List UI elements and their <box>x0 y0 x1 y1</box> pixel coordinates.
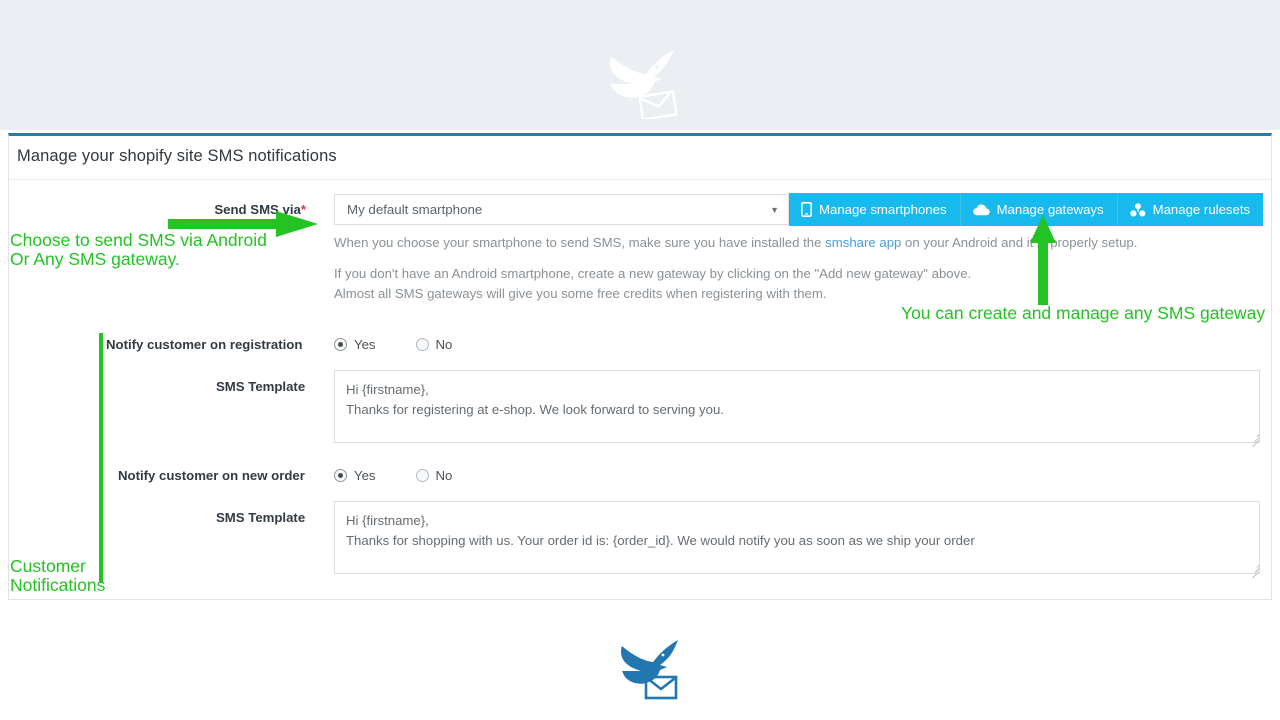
notify-new-order-yes-label[interactable]: Yes <box>354 468 376 483</box>
notify-new-order-radios: Yes No <box>334 468 452 483</box>
registration-template-label: SMS Template <box>216 379 306 394</box>
registration-sms-template-textarea[interactable] <box>334 370 1260 443</box>
notify-registration-label: Notify customer on registration <box>106 337 303 352</box>
notify-registration-no-label[interactable]: No <box>436 337 453 352</box>
mobile-phone-icon <box>801 202 812 217</box>
app-page: Manage your shopify site SMS notificatio… <box>0 0 1280 720</box>
help-text-line3: Almost all SMS gateways will give you so… <box>334 286 827 301</box>
manage-rulesets-label: Manage rulesets <box>1152 202 1251 217</box>
annotation-right: You can create and manage any SMS gatewa… <box>901 303 1266 323</box>
notify-registration-yes-label[interactable]: Yes <box>354 337 376 352</box>
notify-new-order-no-label[interactable]: No <box>436 468 453 483</box>
manage-smartphones-button[interactable]: Manage smartphones <box>789 193 961 226</box>
panel-heading: Manage your shopify site SMS notificatio… <box>9 136 1271 180</box>
manage-button-group: Manage smartphones Manage gateways Manag… <box>789 193 1264 226</box>
notify-registration-radios: Yes No <box>334 337 452 352</box>
smshare-app-link[interactable]: smshare app <box>825 235 901 250</box>
notify-new-order-no-radio[interactable] <box>415 469 429 482</box>
cubes-icon <box>1129 202 1146 217</box>
annotation-bracket-bar <box>99 333 103 583</box>
annotation-left-top: Choose to send SMS via Android Or Any SM… <box>10 230 267 269</box>
notify-new-order-yes-radio[interactable] <box>334 469 347 482</box>
cloud-icon <box>972 203 990 216</box>
footer-dove-envelope-logo-icon <box>612 628 692 700</box>
page-title: Manage your shopify site SMS notificatio… <box>17 147 337 165</box>
help-line1-prefix: When you choose your smartphone to send … <box>334 235 826 250</box>
send-sms-via-select[interactable]: My default smartphone ▼ <box>334 194 789 225</box>
notify-registration-no-radio[interactable] <box>415 338 429 351</box>
new-order-template-label: SMS Template <box>216 510 306 525</box>
dove-envelope-logo-icon <box>594 33 690 121</box>
manage-rulesets-button[interactable]: Manage rulesets <box>1117 193 1264 226</box>
annotation-arrow-up <box>1030 215 1056 310</box>
send-sms-via-selected-value: My default smartphone <box>347 202 483 217</box>
manage-smartphones-label: Manage smartphones <box>819 202 947 217</box>
help-line1-suffix: on your Android and it is properly setup… <box>901 235 1138 250</box>
help-text-line1: When you choose your smartphone to send … <box>334 233 1137 252</box>
notify-registration-yes-radio[interactable] <box>334 338 347 351</box>
send-sms-via-select-box[interactable]: My default smartphone ▼ <box>334 194 789 225</box>
header-band <box>0 0 1280 130</box>
notify-new-order-label: Notify customer on new order <box>118 468 305 483</box>
new-order-sms-template-textarea[interactable] <box>334 501 1260 574</box>
annotation-left-bottom: Customer Notifications <box>10 556 106 595</box>
help-text-line2: If you don't have an Android smartphone,… <box>334 266 972 281</box>
chevron-down-icon: ▼ <box>770 205 779 215</box>
